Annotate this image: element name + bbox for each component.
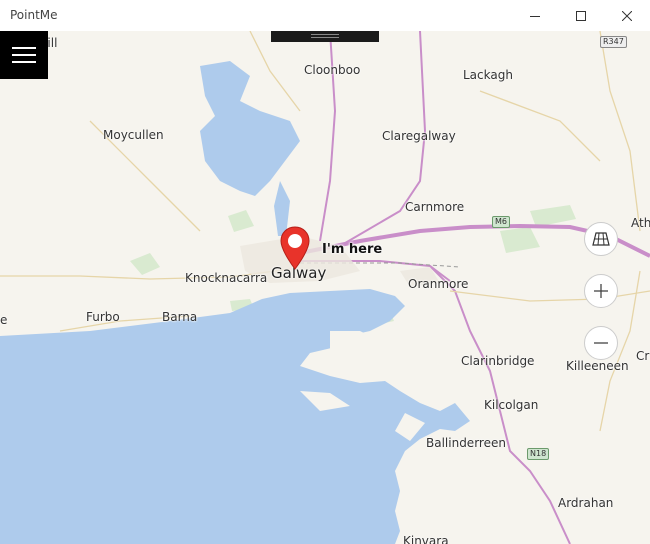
close-button[interactable]: [604, 0, 650, 31]
minimize-icon: [530, 15, 540, 17]
hamburger-icon: [12, 61, 36, 63]
zoom-in-button[interactable]: [584, 274, 618, 308]
location-pin-icon[interactable]: [280, 226, 310, 270]
place-label: Lackagh: [463, 68, 513, 82]
place-label: Clarinbridge: [461, 354, 535, 368]
road-shield: M6: [492, 216, 510, 228]
map-canvas: [0, 31, 650, 544]
map-style-icon: [592, 232, 610, 246]
plus-icon: [594, 284, 608, 298]
place-label: Carnmore: [405, 200, 465, 214]
place-label: Kinvara: [403, 534, 449, 544]
place-label: Ath: [631, 216, 650, 230]
grip-line: [311, 37, 339, 38]
map-view[interactable]: isscahill Cloonboo Lackagh Moycullen Cla…: [0, 31, 650, 544]
place-label: Furbo: [86, 310, 120, 324]
place-label: Ardrahan: [558, 496, 614, 510]
map-style-button[interactable]: [584, 222, 618, 256]
hamburger-icon: [12, 54, 36, 56]
place-label: Moycullen: [103, 128, 164, 142]
menu-button[interactable]: [0, 31, 48, 79]
place-label: Ballinderreen: [426, 436, 506, 450]
place-label: Kilcolgan: [484, 398, 539, 412]
close-icon: [622, 10, 632, 21]
minimize-button[interactable]: [512, 0, 558, 31]
window-title: PointMe: [10, 8, 58, 22]
grip-line: [311, 34, 339, 35]
place-label: Barna: [162, 310, 198, 324]
hamburger-icon: [12, 47, 36, 49]
zoom-out-button[interactable]: [584, 326, 618, 360]
place-label: e: [0, 313, 8, 327]
place-label: Oranmore: [408, 277, 469, 291]
pull-handle[interactable]: [271, 31, 379, 42]
place-label: Killeeneen: [566, 359, 629, 373]
place-label: Cr: [636, 349, 650, 363]
minus-icon: [594, 342, 608, 344]
road-shield: N18: [527, 448, 550, 460]
road-shield: R347: [600, 36, 627, 48]
pin-label: I'm here: [322, 242, 383, 257]
place-label: Cloonboo: [304, 63, 361, 77]
title-bar: PointMe: [0, 0, 650, 31]
maximize-button[interactable]: [558, 0, 604, 31]
maximize-icon: [576, 10, 586, 21]
place-label: Claregalway: [382, 129, 456, 143]
place-label: Knocknacarra: [185, 271, 268, 285]
